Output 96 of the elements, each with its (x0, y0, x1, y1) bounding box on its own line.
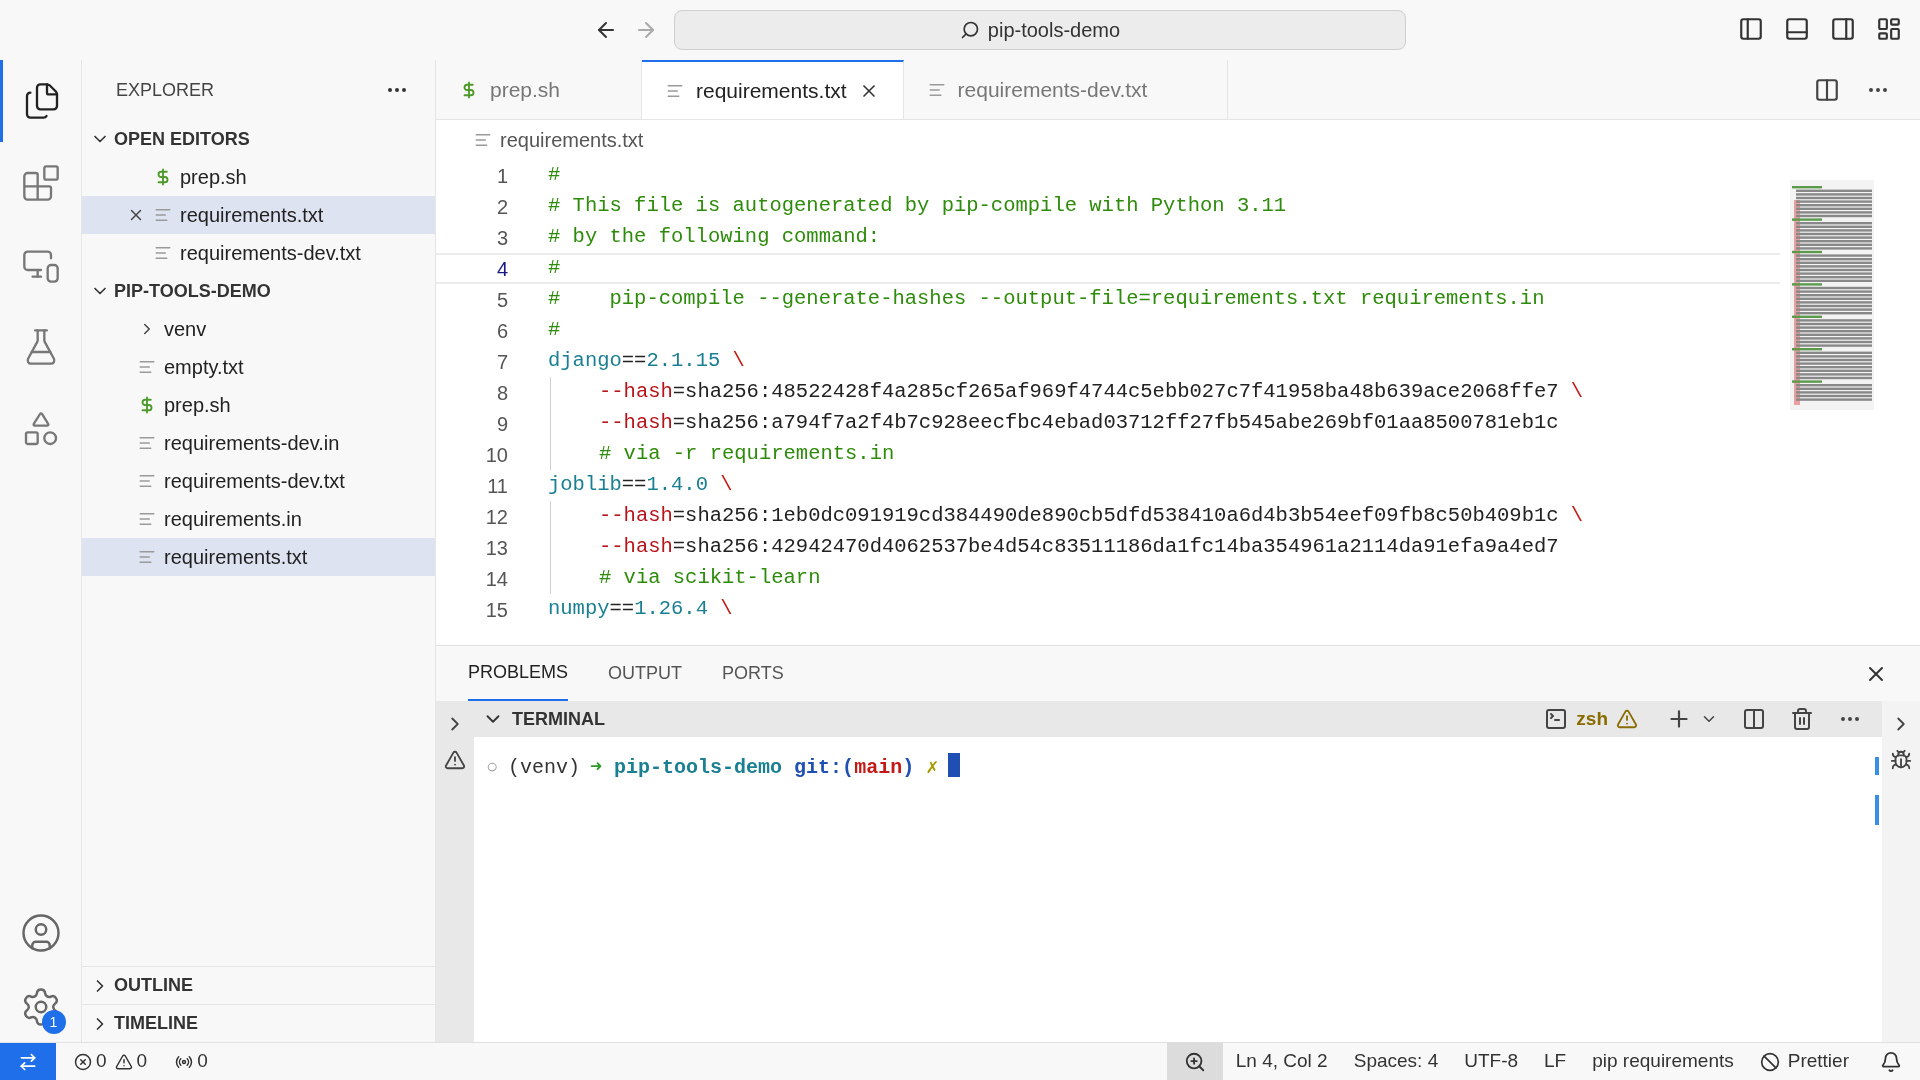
file-item[interactable]: prep.sh (82, 158, 435, 196)
line-number: 11 (486, 473, 508, 499)
file-lines-icon (138, 548, 156, 566)
account-icon[interactable] (19, 912, 62, 954)
remote-button[interactable] (0, 1043, 56, 1080)
line-number: 10 (484, 442, 508, 468)
code-line: --hash=sha256:42942470d4062537be4d54c83511186da1fc14ba354961a2114da91efa9a4ed7 (599, 534, 1559, 561)
line-number: 1 (495, 163, 508, 189)
code-line: # This file is autogenerated by pip-compile with Python 3.11 (548, 193, 1287, 220)
file-item[interactable]: empty.txt (82, 348, 435, 386)
terminal-icon (1544, 707, 1569, 731)
code-line: numpy==1.26.4 \ (548, 596, 733, 623)
file-lines-icon (474, 131, 492, 149)
line-number: 14 (484, 566, 508, 592)
ports-button[interactable]: 0 (165, 1047, 218, 1076)
extensions-icon (20, 163, 61, 203)
panel-tab[interactable]: PORTS (722, 646, 784, 701)
remote-icon (18, 1051, 38, 1072)
section-header[interactable]: PIP-TOOLS-DEMO (82, 272, 435, 310)
code-line: # (548, 255, 561, 282)
scroll-marker (1875, 795, 1879, 825)
zoom-icon (1183, 1050, 1206, 1073)
shell-name[interactable]: zsh (1576, 704, 1608, 734)
problems-button[interactable]: 0 0 (56, 1047, 166, 1076)
file-item[interactable]: prep.sh (82, 386, 435, 424)
editor-tab[interactable]: requirements-dev.txt (903, 60, 1228, 119)
notification-badge: 1 (41, 1010, 66, 1034)
terminal-title: TERMINAL (512, 707, 605, 731)
code-line: joblib==1.4.0 \ (548, 472, 733, 499)
file-lines-icon (138, 434, 156, 452)
file-item[interactable]: requirements-dev.in (82, 424, 435, 462)
line-number: 7 (495, 349, 508, 375)
status-item[interactable]: pip requirements (1579, 1047, 1747, 1076)
file-item[interactable]: venv (82, 310, 435, 348)
warning-icon (444, 749, 466, 771)
panel-tab[interactable]: OUTPUT (608, 646, 683, 701)
file-lines-icon (138, 472, 156, 490)
status-item[interactable]: Spaces: 4 (1340, 1047, 1452, 1076)
line-number: 3 (495, 225, 508, 251)
file-item[interactable]: requirements.txt (82, 196, 435, 234)
line-number: 15 (484, 597, 508, 623)
file-item[interactable]: requirements-dev.txt (82, 462, 435, 500)
line-number: 5 (495, 287, 508, 313)
section-header[interactable]: OUTLINE (82, 966, 435, 1004)
line-number: 2 (495, 194, 508, 220)
file-lines-icon (154, 206, 172, 224)
layout-icon[interactable] (1876, 16, 1902, 42)
error-icon (74, 1052, 92, 1071)
ban-icon (1759, 1051, 1780, 1072)
code-line: django==2.1.15 \ (548, 348, 745, 375)
editor-tab[interactable]: requirements.txt (642, 60, 904, 119)
line-number: 12 (484, 504, 508, 530)
code-line: # via scikit-learn (599, 565, 821, 592)
file-lines-icon (154, 244, 172, 262)
zoom-button[interactable] (1166, 1043, 1223, 1080)
code-line: --hash=sha256:1eb0dc091919cd384490de890cb5dfd538410a6d4b3b54eef09fb8c50b409b1c \ (599, 503, 1584, 530)
file-item[interactable]: requirements-dev.txt (82, 234, 435, 272)
code-line: # via -r requirements.in (599, 441, 895, 468)
code-line: # by the following command: (548, 224, 881, 251)
line-number: 6 (495, 318, 508, 344)
scroll-marker (1875, 757, 1879, 775)
status-item[interactable]: Ln 4, Col 2 (1222, 1047, 1341, 1076)
code-line: --hash=sha256:48522428f4a285cf265af969f4744c5ebb027c7f41958ba48b639ace2068ffe7 \ (599, 379, 1584, 406)
terminal-cursor (948, 753, 961, 777)
warning-icon (1616, 708, 1638, 730)
command-search-field[interactable]: pip-tools-demo (674, 10, 1406, 50)
split-editor-icon[interactable] (1814, 76, 1840, 103)
status-item[interactable]: LF (1531, 1047, 1580, 1076)
file-lines-icon (138, 358, 156, 376)
panel-bottom-icon[interactable] (1784, 16, 1810, 42)
split-terminal-icon[interactable] (1742, 707, 1766, 731)
debug-icon[interactable] (1890, 749, 1912, 771)
code-line: # pip-compile --generate-hashes --output-file=requirements.txt requirements.in (548, 286, 1545, 313)
file-lines-icon (138, 510, 156, 528)
code-line: # (548, 317, 561, 344)
panel-left-icon[interactable] (1738, 16, 1764, 42)
breadcrumb[interactable]: requirements.txt (500, 125, 644, 155)
trash-icon[interactable] (1790, 707, 1814, 731)
sidebar-title: EXPLORER (116, 78, 215, 102)
line-number: 9 (495, 411, 508, 437)
panel-right-icon[interactable] (1830, 16, 1856, 42)
bell-icon[interactable] (1880, 1050, 1902, 1073)
line-number: 8 (495, 380, 508, 406)
line-number: 4 (495, 256, 508, 282)
terminal-prompt: ○ (venv) ➜ pip-tools-demo git:(main) ✗ (474, 737, 1872, 1042)
status-item[interactable]: UTF-8 (1451, 1047, 1532, 1076)
code-line: --hash=sha256:a794f7a2f4b7c928eecfbc4ebad03712ff27fb545abe269bf01aa8500781eb1c (599, 410, 1559, 437)
line-number: 13 (484, 535, 508, 561)
warning-icon (114, 1052, 133, 1071)
file-item[interactable]: requirements.txt (82, 538, 435, 576)
prettier-button[interactable]: Prettier (1746, 1047, 1862, 1076)
file-item[interactable]: requirements.in (82, 500, 435, 538)
code-line: # (548, 162, 561, 189)
search-icon (959, 20, 980, 40)
section-header[interactable]: OPEN EDITORS (82, 120, 435, 158)
minimap-drawing[interactable] (1790, 180, 1874, 410)
